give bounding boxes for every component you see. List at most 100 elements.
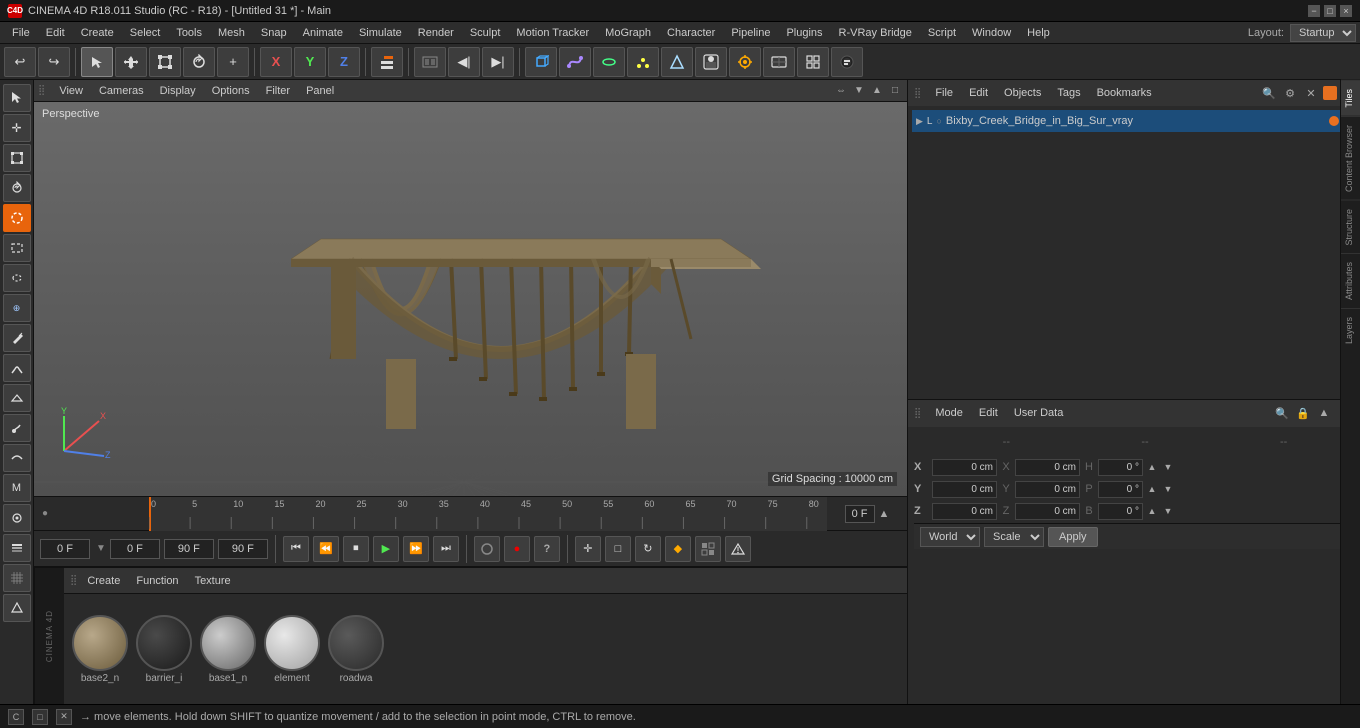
menu-script[interactable]: Script [920,22,964,44]
left-cursor[interactable] [3,84,31,112]
transport-mode-rotate[interactable]: ↻ [635,536,661,562]
left-bridge[interactable] [3,354,31,382]
material-item-0[interactable]: base2_n [72,615,128,684]
viewport-menu-panel[interactable]: Panel [300,83,340,99]
menu-simulate[interactable]: Simulate [351,22,410,44]
layout-select[interactable]: Startup [1290,24,1356,42]
coord-y-pos[interactable] [932,481,997,498]
left-live-selection[interactable] [3,204,31,232]
vp-corner-maximize[interactable]: □ [887,83,903,99]
left-snap[interactable] [3,504,31,532]
display-settings[interactable] [763,47,795,77]
transport-question[interactable]: ? [534,536,560,562]
maximize-button[interactable]: □ [1324,5,1336,17]
menu-plugins[interactable]: Plugins [778,22,830,44]
axis-y-button[interactable]: Y [294,47,326,77]
world-select[interactable]: World [920,527,980,547]
status-icon-3[interactable]: ✕ [56,709,72,725]
material-thumb-3[interactable] [264,615,320,671]
viewport-menu-filter[interactable]: Filter [260,83,296,99]
vp-corner-arrows[interactable]: ⇔ [833,83,849,99]
side-tab-layers[interactable]: Layers [1341,308,1360,352]
transport-next[interactable]: ⏩ [403,536,429,562]
transport-mode-box[interactable]: □ [605,536,631,562]
material-item-3[interactable]: element [264,615,320,684]
objects-menu-objects[interactable]: Objects [998,85,1047,101]
menu-mograph[interactable]: MoGraph [597,22,659,44]
mat-menu-texture[interactable]: Texture [189,573,237,589]
transport-mode-auto[interactable] [725,536,751,562]
transport-record-off[interactable] [474,536,500,562]
coord-z-rot[interactable] [1015,503,1080,520]
viewport-menu-options[interactable]: Options [206,83,256,99]
menu-snap[interactable]: Snap [253,22,295,44]
menu-tools[interactable]: Tools [168,22,210,44]
left-grid[interactable] [3,564,31,592]
objects-menu-bookmarks[interactable]: Bookmarks [1091,85,1158,101]
tool-scale[interactable] [149,47,181,77]
create-deform[interactable] [661,47,693,77]
tool-add[interactable]: + [217,47,249,77]
tool-cursor[interactable] [81,47,113,77]
transport-end-frame-2[interactable] [218,539,268,559]
transport-record[interactable]: ● [504,536,530,562]
material-thumb-2[interactable] [200,615,256,671]
coord-x-rot[interactable] [1015,459,1080,476]
coord-button[interactable] [371,47,403,77]
menu-edit[interactable]: Edit [38,22,73,44]
left-snap-btn[interactable] [3,594,31,622]
frame-display-right[interactable]: 0 F [845,505,875,523]
objects-menu-edit[interactable]: Edit [963,85,994,101]
status-icon-2[interactable]: □ [32,709,48,725]
coord-z-pos[interactable] [932,503,997,520]
transport-last[interactable]: ⏭ [433,536,459,562]
vp-corner-up[interactable]: ▲ [869,83,885,99]
left-move[interactable]: ✛ [3,114,31,142]
coord-y-arrow-up[interactable]: ▲ [1145,482,1159,496]
left-layer[interactable] [3,534,31,562]
side-tab-structure[interactable]: Structure [1341,200,1360,254]
left-move-tool[interactable]: ⊕ [3,294,31,322]
axis-x-button[interactable]: X [260,47,292,77]
viewport-menu-view[interactable]: View [53,83,89,99]
frame-arrow[interactable]: ▲ [879,508,890,520]
attr-menu-mode[interactable]: Mode [929,405,969,421]
objects-menu-tags[interactable]: Tags [1051,85,1086,101]
transport-play[interactable]: ▶ [373,536,399,562]
coord-x-arrow-down[interactable]: ▼ [1161,460,1175,474]
tool-move[interactable] [115,47,147,77]
menu-vray[interactable]: R-VRay Bridge [831,22,920,44]
attr-menu-edit[interactable]: Edit [973,405,1004,421]
coord-b-ang[interactable] [1098,503,1143,520]
viewport-menu-cameras[interactable]: Cameras [93,83,150,99]
transport-current-frame[interactable] [110,539,160,559]
transport-mode-grid[interactable] [695,536,721,562]
menu-motion-tracker[interactable]: Motion Tracker [508,22,597,44]
left-iron[interactable] [3,384,31,412]
material-item-4[interactable]: roadwa [328,615,384,684]
coord-p-ang[interactable] [1098,481,1143,498]
menu-file[interactable]: File [4,22,38,44]
axis-z-button[interactable]: Z [328,47,360,77]
minimize-button[interactable]: − [1308,5,1320,17]
render-settings[interactable] [729,47,761,77]
window-controls[interactable]: − □ × [1308,5,1352,17]
left-free-selection[interactable] [3,264,31,292]
left-rotate[interactable] [3,174,31,202]
menu-window[interactable]: Window [964,22,1019,44]
transport-stop[interactable]: ⏹ [343,536,369,562]
close-button[interactable]: × [1340,5,1352,17]
left-scale[interactable] [3,144,31,172]
attr-arrow-up-icon[interactable]: ▲ [1315,404,1333,422]
playback-play[interactable]: ▶| [482,47,514,77]
material-item-2[interactable]: base1_n [200,615,256,684]
create-scene[interactable] [695,47,727,77]
objects-search-icon[interactable]: 🔍 [1260,84,1278,102]
record-button[interactable] [831,47,863,77]
coord-z-arrow-down[interactable]: ▼ [1161,504,1175,518]
transport-end-frame-1[interactable] [164,539,214,559]
transport-first[interactable]: ⏮ [283,536,309,562]
left-sculpt[interactable] [3,414,31,442]
create-cube[interactable] [525,47,557,77]
create-mograph[interactable] [627,47,659,77]
